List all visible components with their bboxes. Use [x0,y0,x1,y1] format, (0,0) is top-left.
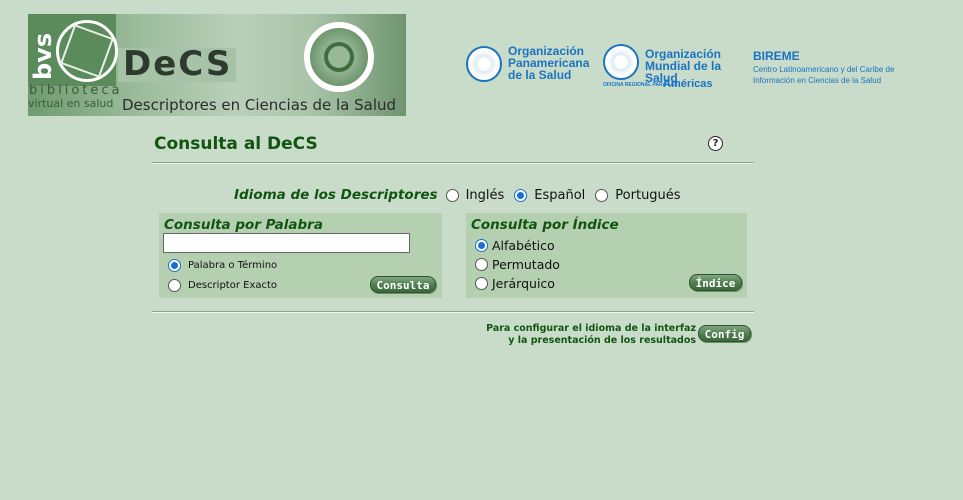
ops-line-3: de la Salud [508,68,572,82]
config-line-2: y la presentación de los resultados [508,335,696,346]
decs-emblem-inner-icon [324,42,354,72]
language-radio-portugues[interactable] [595,188,609,202]
language-option-label: Portugués [615,187,681,203]
bireme-line-1: Centro Latinoamericano y del Caribe de [753,65,895,74]
option-palabra-termino[interactable]: Palabra o Término [168,259,277,272]
option-permutado[interactable]: Permutado [475,257,560,272]
language-radio-espanol[interactable] [514,188,528,202]
virtual-en-salud-text: virtual en salud [28,97,114,110]
config-description: Para configurar el idioma de la interfaz… [470,323,696,347]
language-radio-ingles[interactable] [445,188,459,202]
option-jerarquico[interactable]: Jerárquico [475,276,555,291]
index-search-title: Consulta por Índice [471,217,619,233]
radio-jerarquico[interactable] [475,277,488,290]
language-selector: Idioma de los Descriptores Inglés Españo… [234,186,691,204]
word-search-title: Consulta por Palabra [164,217,323,233]
radio-descriptor-exacto[interactable] [168,279,181,292]
bireme-logo[interactable]: BIREME Centro Latinoamericano y del Cari… [753,49,903,85]
config-line-1: Para configurar el idioma de la interfaz [486,323,696,334]
option-label: Descriptor Exacto [188,280,278,291]
language-label: Idioma de los Descriptores [234,187,438,203]
ops-globe-icon [466,46,502,82]
bireme-title: BIREME [753,49,800,63]
language-option-portugues[interactable]: Portugués [595,187,681,203]
language-option-label: Inglés [465,187,505,203]
radio-alfabetico[interactable] [475,239,488,252]
page-title: Consulta al DeCS [154,134,318,154]
radio-palabra-termino[interactable] [168,259,181,272]
index-search-panel: Consulta por Índice Alfabético Permutado… [466,213,747,298]
biblioteca-caption: biblioteca virtual en salud [28,84,120,110]
oms-emblem-icon [603,44,639,80]
option-label: Permutado [492,257,560,272]
bvs-logo-text: bvs [29,32,57,80]
option-label: Alfabético [492,238,555,253]
ops-logo[interactable]: Organización Panamericana de la Salud [466,44,596,88]
option-alfabetico[interactable]: Alfabético [475,238,555,253]
language-option-label: Español [534,187,586,203]
consulta-button[interactable]: Consulta [370,276,436,293]
indice-button[interactable]: Índice [689,274,742,291]
bireme-line-2: Información en Ciencias de la Salud [753,76,882,85]
config-button[interactable]: Config [698,325,751,342]
radio-permutado[interactable] [475,258,488,271]
banner-subtitle: Descriptores en Ciencias de la Salud [122,96,397,114]
search-input[interactable] [163,233,410,253]
decs-logo-text: DeCS [123,44,233,84]
ops-text: Organización Panamericana de la Salud [508,45,589,81]
oms-americas-text: Américas [663,78,713,90]
word-search-panel: Consulta por Palabra Palabra o Término D… [159,213,442,298]
language-option-ingles[interactable]: Inglés [445,187,505,203]
bvs-decs-banner[interactable]: bvs DeCS biblioteca virtual en salud Des… [28,14,406,116]
biblioteca-text: biblioteca [29,83,123,98]
help-icon[interactable]: ? [708,136,723,151]
option-descriptor-exacto[interactable]: Descriptor Exacto [168,279,277,292]
option-label: Jerárquico [492,276,555,291]
language-option-espanol[interactable]: Español [514,188,585,203]
oms-logo[interactable]: Organización Mundial de la Salud OFICINA… [603,42,748,92]
option-label: Palabra o Término [188,260,278,271]
top-divider [152,162,754,164]
bottom-divider [152,311,754,313]
